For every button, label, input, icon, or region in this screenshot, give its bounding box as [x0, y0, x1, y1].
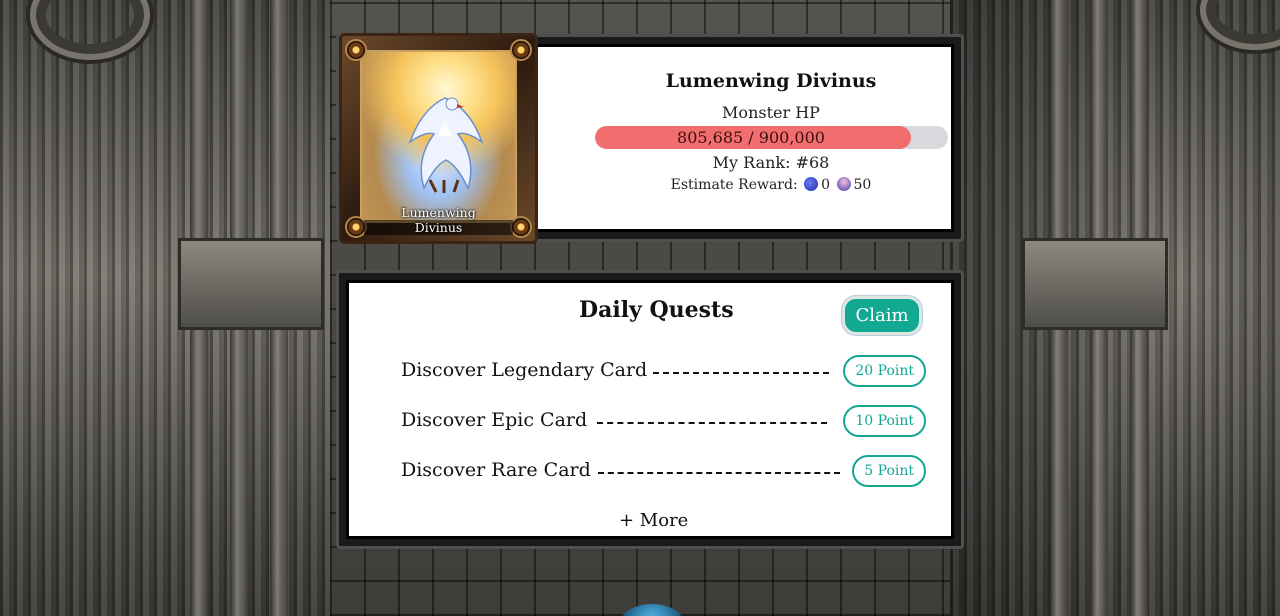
- more-quests-link[interactable]: + More: [619, 510, 688, 531]
- quest-label: Discover Rare Card: [401, 459, 591, 481]
- quest-dashed-leader: [598, 472, 840, 474]
- blue-token-icon: [804, 177, 819, 191]
- claim-button[interactable]: Claim: [842, 296, 922, 335]
- hp-bar: 805,685 / 900,000: [594, 126, 948, 149]
- boss-card[interactable]: Lumenwing Divinus: [339, 33, 538, 244]
- gem-ornament: [510, 39, 532, 61]
- quest-points-badge: 10 Point: [843, 405, 926, 437]
- quest-label: Discover Epic Card: [401, 409, 588, 431]
- daily-quests-title: Daily Quests: [579, 297, 734, 323]
- quest-item: Discover Epic Card 10 Point: [401, 405, 926, 439]
- quest-item: Discover Rare Card 5 Point: [401, 455, 926, 489]
- daily-quests-panel: Daily Quests Claim Discover Legendary Ca…: [336, 270, 964, 549]
- boss-card-name-line2: Divinus: [364, 220, 513, 235]
- quest-item: Discover Legendary Card 20 Point: [401, 355, 926, 389]
- phoenix-illustration: [408, 97, 484, 193]
- quest-dashed-leader: [597, 422, 827, 424]
- boss-card-art: [360, 50, 517, 223]
- reward-value: 0: [821, 177, 831, 193]
- quest-points-badge: 20 Point: [843, 355, 926, 387]
- my-rank: My Rank: #68: [712, 153, 830, 172]
- machinery-block: [178, 238, 324, 330]
- machinery-block: [1022, 238, 1168, 330]
- boss-name: Lumenwing Divinus: [665, 70, 877, 92]
- hp-label: Monster HP: [722, 103, 820, 122]
- gem-ornament: [345, 39, 367, 61]
- reward-value: 50: [853, 177, 872, 193]
- reward-label: Estimate Reward:: [670, 177, 798, 193]
- crystal-token-icon: [836, 177, 851, 191]
- quest-points-badge: 5 Point: [852, 455, 926, 487]
- quest-label: Discover Legendary Card: [401, 359, 648, 381]
- hp-text: 805,685 / 900,000: [677, 128, 825, 147]
- quest-dashed-leader: [653, 372, 829, 374]
- boss-info: Lumenwing Divinus Monster HP 805,685 / 9…: [585, 70, 957, 193]
- boss-card-name-line1: Lumenwing: [401, 205, 476, 220]
- daily-quests-body: Daily Quests Claim Discover Legendary Ca…: [346, 280, 954, 539]
- estimate-reward: Estimate Reward: 0 50: [585, 177, 957, 193]
- boss-card-name: Lumenwing Divinus: [342, 205, 535, 235]
